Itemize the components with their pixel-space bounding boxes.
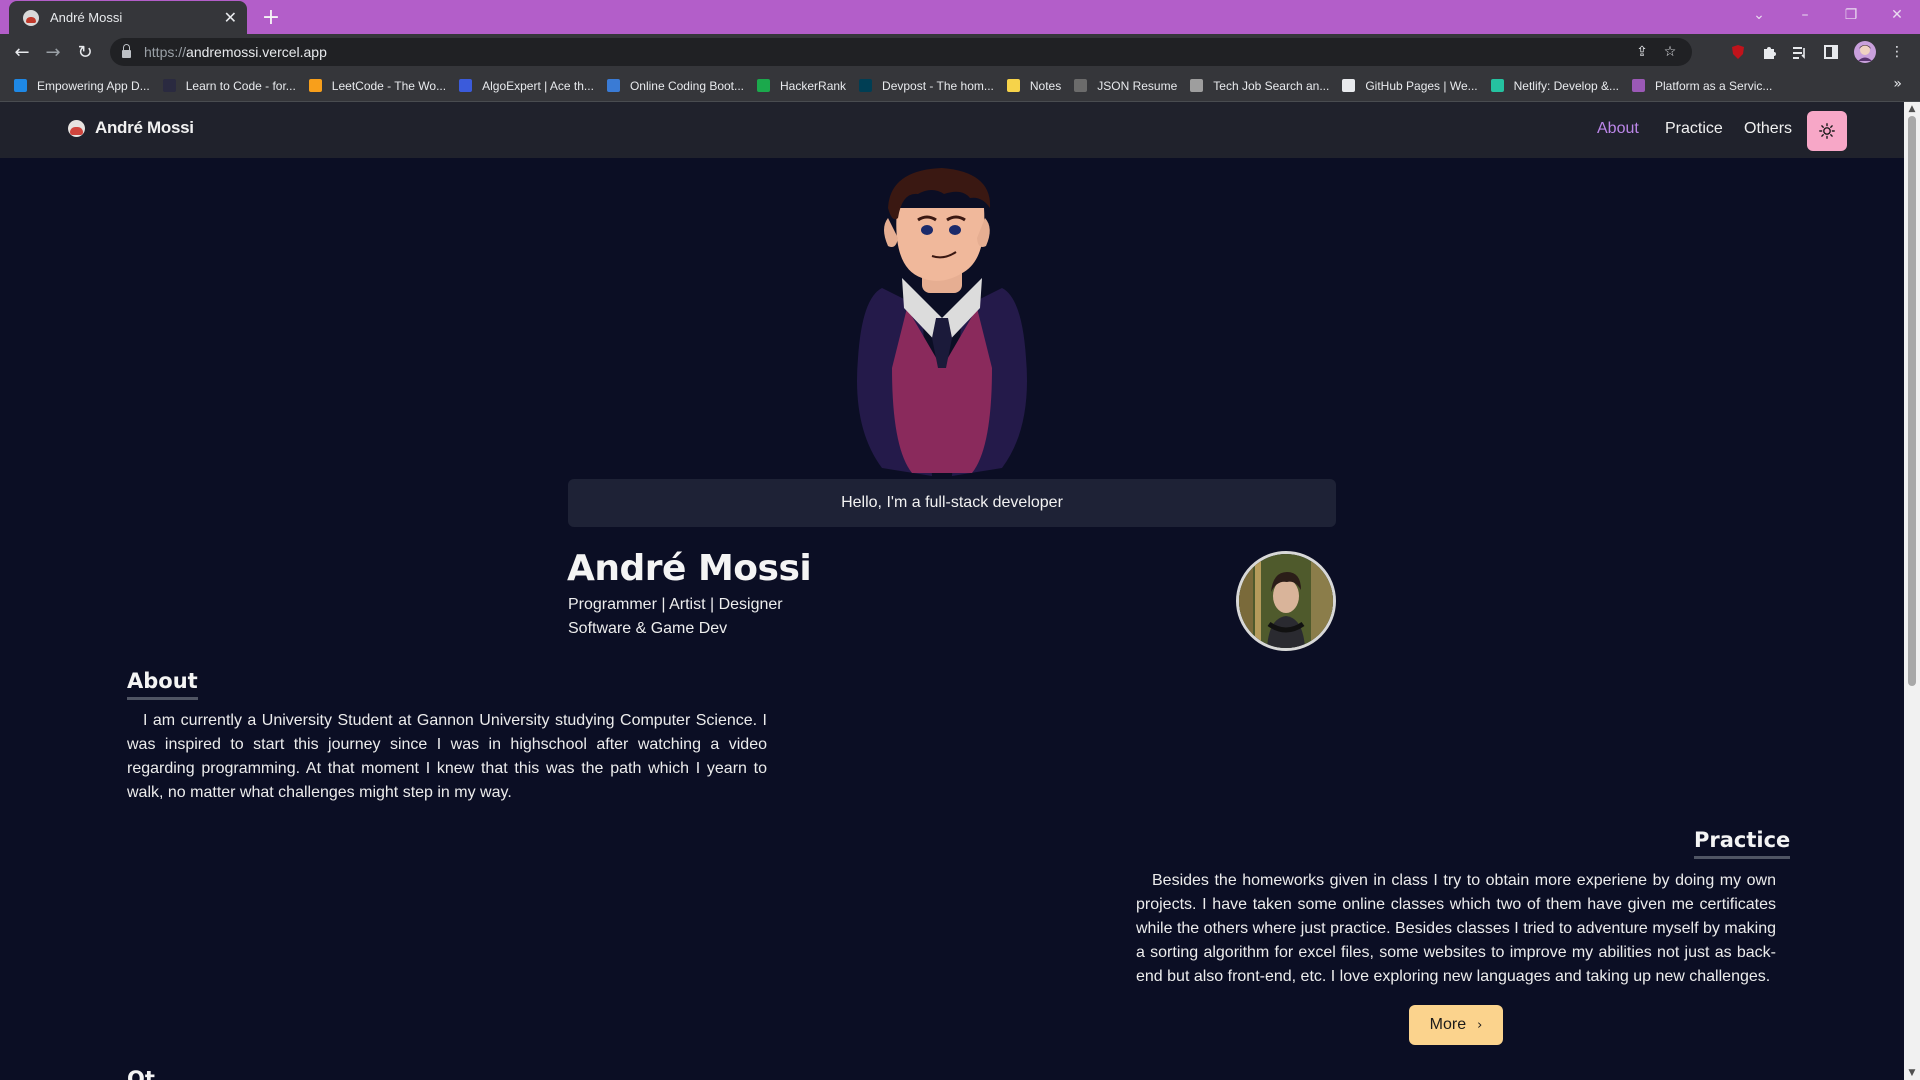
sun-icon xyxy=(1819,123,1835,139)
address-bar[interactable]: https://andremossi.vercel.app ⇪ ☆ xyxy=(110,38,1692,66)
forward-arrow-icon[interactable]: → xyxy=(39,39,67,65)
bookmark-item[interactable]: Tech Job Search an... xyxy=(1190,74,1329,98)
hero-roles: Programmer | Artist | Designer xyxy=(568,596,783,613)
site-favicon-icon xyxy=(23,9,39,26)
bookmark-item[interactable]: Devpost - The hom... xyxy=(859,74,994,98)
bookmark-label: LeetCode - The Wo... xyxy=(331,78,447,93)
url-text: https://andremossi.vercel.app xyxy=(144,44,327,60)
character-illustration xyxy=(857,168,1027,476)
new-tab-button[interactable]: + xyxy=(257,3,285,31)
bookmark-favicon-icon xyxy=(1342,79,1356,92)
bookmark-label: GitHub Pages | We... xyxy=(1365,78,1478,93)
bookmark-label: AlgoExpert | Ace th... xyxy=(482,78,594,93)
scroll-down-icon[interactable]: ▼ xyxy=(1907,1069,1917,1078)
restore-icon[interactable]: ❐ xyxy=(1828,0,1874,30)
nav-others[interactable]: Others xyxy=(1744,120,1792,138)
profile-avatar-icon[interactable] xyxy=(1854,41,1876,63)
bookmark-favicon-icon xyxy=(14,79,27,92)
nav-about[interactable]: About xyxy=(1597,120,1639,138)
tab-title: André Mossi xyxy=(50,10,123,25)
site-navbar: André Mossi About Practice Others xyxy=(0,102,1904,158)
profile-photo xyxy=(1236,551,1336,651)
scrollbar-thumb[interactable] xyxy=(1908,116,1916,686)
browser-toolbar: ← → ↻ https://andremossi.vercel.app ⇪ ☆ … xyxy=(0,34,1920,70)
bookmark-label: HackerRank xyxy=(780,78,847,93)
bookmark-favicon-icon xyxy=(1006,79,1020,92)
practice-heading: Practice xyxy=(1694,828,1791,859)
site-brand[interactable]: André Mossi xyxy=(68,118,194,138)
nav-practice[interactable]: Practice xyxy=(1665,120,1723,138)
bookmark-label: Tech Job Search an... xyxy=(1213,78,1330,93)
practice-text: Besides the homeworks given in class I t… xyxy=(1136,872,1776,985)
bookmark-label: JSON Resume xyxy=(1097,78,1178,93)
page-scrollbar[interactable]: ▲ ▼ xyxy=(1904,102,1920,1080)
bookmark-favicon-icon xyxy=(162,79,176,92)
greeting-banner: Hello, I'm a full-stack developer xyxy=(568,479,1336,527)
bookmark-item[interactable]: Platform as a Servic... xyxy=(1632,74,1772,98)
bookmark-favicon-icon xyxy=(859,79,873,92)
minimize-icon[interactable]: – xyxy=(1782,0,1828,30)
chevron-right-icon: › xyxy=(1477,1017,1483,1033)
bookmark-item[interactable]: HackerRank xyxy=(757,74,846,98)
bookmark-label: Empowering App D... xyxy=(37,78,150,93)
theme-toggle-button[interactable] xyxy=(1807,111,1847,151)
bookmark-item[interactable]: AlgoExpert | Ace th... xyxy=(459,74,594,98)
bookmark-item[interactable]: LeetCode - The Wo... xyxy=(308,74,447,98)
ublock-extension-icon[interactable] xyxy=(1727,41,1749,63)
tab-strip: André Mossi ✕ + ⌄ – ❐ ✕ xyxy=(0,0,1920,34)
bookmark-star-icon[interactable]: ☆ xyxy=(1660,42,1680,62)
bookmark-favicon-icon xyxy=(308,79,322,92)
bookmark-favicon-icon xyxy=(459,79,473,92)
bookmark-label: Online Coding Boot... xyxy=(629,78,745,93)
more-button-label: More xyxy=(1429,1016,1467,1033)
bookmark-favicon-icon xyxy=(1190,79,1204,92)
bookmarks-overflow-icon[interactable]: » xyxy=(1893,76,1902,92)
bookmark-item[interactable]: Notes xyxy=(1006,74,1062,98)
web-page: André Mossi About Practice Others Hello,… xyxy=(0,102,1904,1080)
bookmark-favicon-icon xyxy=(757,79,771,92)
chrome-menu-icon[interactable]: ⋮ xyxy=(1886,41,1908,63)
share-icon[interactable]: ⇪ xyxy=(1632,42,1652,62)
reading-list-icon[interactable] xyxy=(1789,41,1811,63)
page-title: André Mossi xyxy=(567,548,812,589)
bookmark-item[interactable]: GitHub Pages | We... xyxy=(1342,74,1478,98)
brand-name: André Mossi xyxy=(95,118,194,137)
bookmarks-bar: Empowering App D... Learn to Code - for..… xyxy=(0,70,1920,102)
side-panel-icon[interactable] xyxy=(1820,41,1842,63)
hero-focus: Software & Game Dev xyxy=(568,620,728,637)
bookmark-label: Devpost - The hom... xyxy=(882,78,994,93)
window-close-icon[interactable]: ✕ xyxy=(1874,0,1920,30)
brand-logo-icon xyxy=(68,119,85,137)
more-button[interactable]: More › xyxy=(1409,1005,1503,1045)
bookmark-label: Platform as a Servic... xyxy=(1655,78,1773,93)
extensions-puzzle-icon[interactable] xyxy=(1758,41,1780,63)
bookmark-label: Notes xyxy=(1029,78,1062,93)
close-tab-icon[interactable]: ✕ xyxy=(224,8,237,27)
scroll-up-icon[interactable]: ▲ xyxy=(1907,105,1917,114)
bookmark-item[interactable]: Netlify: Develop &... xyxy=(1490,74,1619,98)
tab-search-chevron-icon[interactable]: ⌄ xyxy=(1736,0,1782,30)
bookmark-favicon-icon xyxy=(606,79,620,92)
bookmark-favicon-icon xyxy=(1632,79,1645,92)
bookmark-item[interactable]: Learn to Code - for... xyxy=(162,74,296,98)
bookmark-item[interactable]: Online Coding Boot... xyxy=(606,74,745,98)
about-text: I am currently a University Student at G… xyxy=(127,712,767,801)
reload-icon[interactable]: ↻ xyxy=(71,39,99,65)
browser-tab[interactable]: André Mossi ✕ xyxy=(9,1,247,34)
bookmark-favicon-icon xyxy=(1490,79,1504,92)
bookmark-item[interactable]: JSON Resume xyxy=(1074,74,1177,98)
lock-icon xyxy=(122,44,131,58)
others-heading-partial: Ot xyxy=(127,1067,155,1080)
about-heading: About xyxy=(127,669,198,700)
bookmark-favicon-icon xyxy=(1074,79,1088,92)
bookmark-item[interactable]: Empowering App D... xyxy=(14,74,150,98)
back-arrow-icon[interactable]: ← xyxy=(8,39,36,65)
bookmark-label: Netlify: Develop &... xyxy=(1513,78,1619,93)
bookmark-label: Learn to Code - for... xyxy=(185,78,296,93)
